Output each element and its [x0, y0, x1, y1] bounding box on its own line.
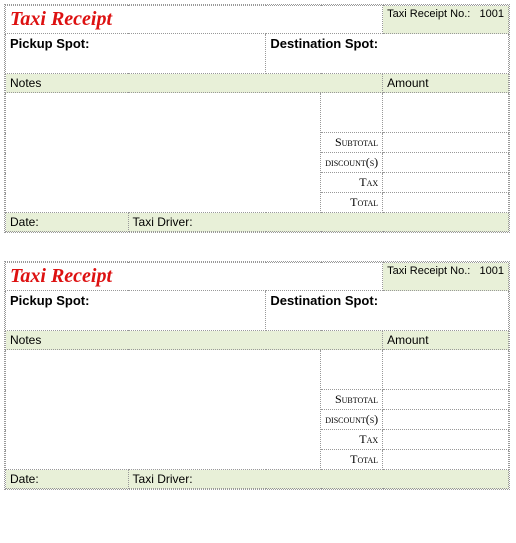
destination-spot-cell: Destination Spot:	[266, 34, 509, 74]
discount-label: discount(s)	[321, 153, 383, 173]
destination-spot-label: Destination Spot:	[270, 36, 378, 51]
line-amount-cell	[383, 93, 509, 133]
subtotal-label: Subtotal	[321, 133, 383, 153]
tax-value	[383, 173, 509, 193]
date-label: Date:	[6, 213, 129, 232]
tax-value	[383, 430, 509, 450]
tax-label: Tax	[321, 430, 383, 450]
receipt-number-cell: Taxi Receipt No.: 1001	[383, 6, 509, 34]
receipt-number-label: Taxi Receipt No.:	[387, 265, 470, 277]
receipt-table: Taxi Receipt Taxi Receipt No.: 1001 Pick…	[5, 262, 509, 489]
discount-value	[383, 410, 509, 430]
notes-body	[6, 350, 321, 470]
pickup-spot-cell: Pickup Spot:	[6, 291, 266, 331]
driver-label: Taxi Driver:	[128, 213, 508, 232]
receipt-2: Taxi Receipt Taxi Receipt No.: 1001 Pick…	[4, 261, 510, 490]
notes-header: Notes	[6, 74, 383, 93]
destination-spot-cell: Destination Spot:	[266, 291, 509, 331]
receipt-number-cell: Taxi Receipt No.: 1001	[383, 263, 509, 291]
driver-label: Taxi Driver:	[128, 470, 508, 489]
receipt-title: Taxi Receipt	[6, 6, 383, 34]
receipt-number-value: 1001	[480, 265, 504, 277]
tax-label: Tax	[321, 173, 383, 193]
date-label: Date:	[6, 470, 129, 489]
discount-label: discount(s)	[321, 410, 383, 430]
amount-header: Amount	[383, 331, 509, 350]
line-item-cell	[321, 93, 383, 133]
total-label: Total	[321, 450, 383, 470]
total-label: Total	[321, 193, 383, 213]
subtotal-value	[383, 133, 509, 153]
receipt-number-value: 1001	[480, 8, 504, 20]
pickup-spot-label: Pickup Spot:	[10, 36, 89, 51]
subtotal-label: Subtotal	[321, 390, 383, 410]
line-item-cell	[321, 350, 383, 390]
receipt-title: Taxi Receipt	[6, 263, 383, 291]
pickup-spot-label: Pickup Spot:	[10, 293, 89, 308]
total-value	[383, 450, 509, 470]
receipt-number-label: Taxi Receipt No.:	[387, 8, 470, 20]
line-amount-cell	[383, 350, 509, 390]
notes-header: Notes	[6, 331, 383, 350]
destination-spot-label: Destination Spot:	[270, 293, 378, 308]
receipt-1: Taxi Receipt Taxi Receipt No.: 1001 Pick…	[4, 4, 510, 233]
receipt-table: Taxi Receipt Taxi Receipt No.: 1001 Pick…	[5, 5, 509, 232]
subtotal-value	[383, 390, 509, 410]
pickup-spot-cell: Pickup Spot:	[6, 34, 266, 74]
total-value	[383, 193, 509, 213]
amount-header: Amount	[383, 74, 509, 93]
notes-body	[6, 93, 321, 213]
discount-value	[383, 153, 509, 173]
